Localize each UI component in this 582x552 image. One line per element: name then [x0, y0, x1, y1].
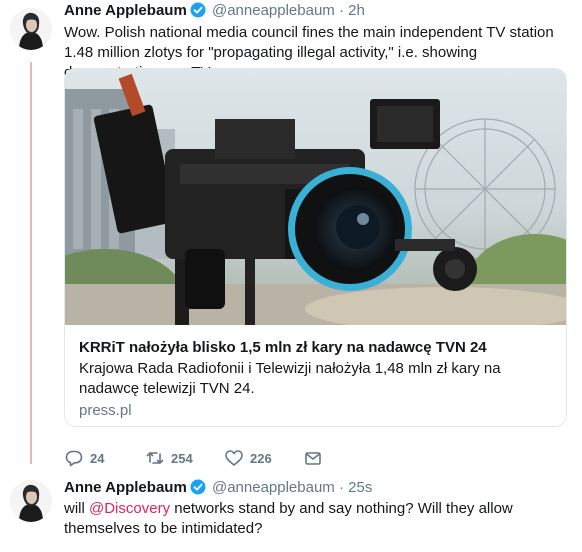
retweet-button[interactable]: 254	[145, 448, 193, 468]
reply-button[interactable]: 24	[64, 448, 104, 468]
tweet-header: Anne Applebaum @anneapplebaum · 25s	[64, 479, 372, 497]
verified-badge-icon	[190, 2, 206, 18]
tweet[interactable]: Anne Applebaum @anneapplebaum · 25s will…	[0, 470, 582, 552]
timestamp[interactable]: 2h	[348, 2, 365, 19]
separator-dot: ·	[338, 479, 344, 496]
separator-dot: ·	[338, 2, 344, 19]
tweet-text-before: will	[64, 500, 89, 517]
retweet-count: 254	[171, 450, 193, 466]
tweet-header: Anne Applebaum @anneapplebaum · 2h	[64, 2, 365, 20]
avatar[interactable]	[10, 8, 52, 50]
mention-link[interactable]: @Discovery	[89, 500, 170, 517]
card-title[interactable]: KRRiT nałożyła blisko 1,5 mln zł kary na…	[79, 339, 487, 356]
timestamp[interactable]: 25s	[348, 479, 372, 496]
message-icon	[305, 452, 321, 465]
verified-badge-icon	[190, 479, 206, 495]
like-count: 226	[250, 450, 272, 466]
card-domain: press.pl	[79, 402, 132, 419]
retweet-icon	[146, 452, 164, 464]
tweet[interactable]: Anne Applebaum @anneapplebaum · 2h Wow. …	[0, 0, 582, 470]
author-handle[interactable]: @anneapplebaum	[212, 479, 335, 496]
card-description: Krajowa Rada Radiofonii i Telewizji nało…	[79, 360, 501, 397]
avatar[interactable]	[10, 480, 52, 522]
reply-icon	[65, 450, 83, 467]
author-name[interactable]: Anne Applebaum	[64, 2, 187, 19]
card-image	[65, 69, 566, 349]
author-handle[interactable]: @anneapplebaum	[212, 2, 335, 19]
link-card[interactable]: KRRiT nałożyła blisko 1,5 mln zł kary na…	[64, 68, 567, 427]
like-button[interactable]: 226	[224, 448, 272, 468]
author-name[interactable]: Anne Applebaum	[64, 479, 187, 496]
tweet-text: will @Discovery networks stand by and sa…	[64, 499, 572, 539]
reply-count: 24	[90, 450, 105, 466]
like-icon	[225, 450, 243, 466]
message-button[interactable]	[303, 448, 323, 468]
